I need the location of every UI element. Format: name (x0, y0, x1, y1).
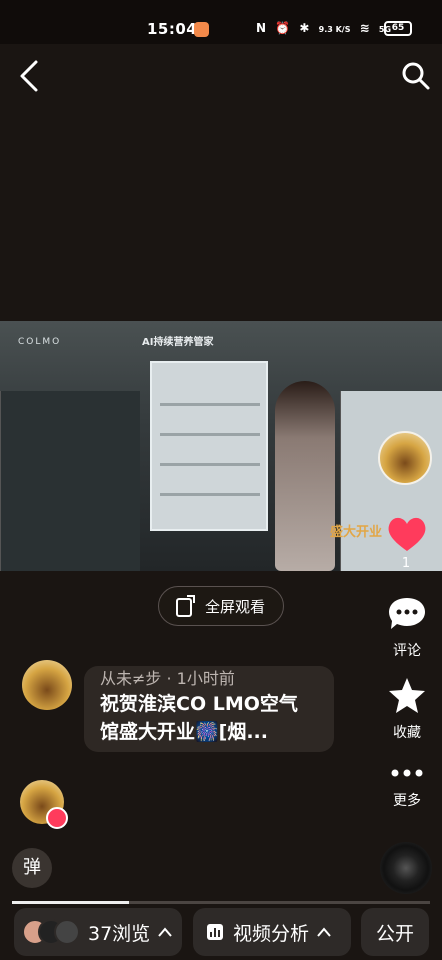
comment-text-line2: 馆盛大开业🎆[烟... (100, 721, 268, 743)
chevron-up-icon (158, 927, 172, 937)
commenter-avatar[interactable] (22, 660, 72, 710)
viewer-avatar (54, 919, 80, 945)
top-bar (0, 44, 442, 112)
status-icons: N ⏰ ✱ 9.3 K/S ≋ 5G (256, 21, 396, 35)
author-avatar[interactable] (378, 431, 432, 485)
music-disc[interactable] (380, 842, 432, 894)
comment-icon (389, 598, 425, 629)
back-icon[interactable] (14, 58, 46, 94)
comment-button[interactable]: 评论 (380, 596, 434, 660)
fullscreen-icon (176, 595, 195, 617)
net-speed: 9.3 K/S (318, 25, 351, 34)
star-icon (389, 678, 425, 713)
fullscreen-button[interactable]: 全屏观看 (158, 586, 284, 626)
video-fridge (150, 361, 268, 531)
comment-bubble[interactable]: 从未≠步 · 1小时前 祝贺淮滨CO LMO空气 馆盛大开业🎆[烟... (84, 666, 334, 752)
comment-text-line1: 祝贺淮滨CO LMO空气 (100, 693, 298, 715)
chevron-up-icon (317, 927, 331, 937)
fullscreen-label: 全屏观看 (205, 597, 266, 616)
favorite-button[interactable]: 收藏 (380, 676, 434, 742)
bluetooth-icon: ✱ (299, 21, 310, 35)
more-icon (391, 769, 423, 777)
heart-icon[interactable] (386, 515, 428, 553)
favorite-label: 收藏 (393, 725, 421, 741)
comment-meta: 从未≠步 · 1小时前 (100, 669, 235, 688)
more-button[interactable]: 更多 (380, 764, 434, 810)
video-analysis-button[interactable]: 视频分析 (193, 908, 351, 956)
alarm-icon: ⏰ (275, 21, 291, 35)
video-brand-text: COLMO (18, 337, 62, 347)
notification-app-icon (194, 22, 209, 37)
like-count: 1 (401, 556, 411, 571)
views-label: 37浏览 (88, 922, 151, 945)
status-time: 15:04 (147, 20, 198, 38)
chart-icon (207, 924, 223, 940)
video-overlay-text: 盛大开业 (330, 525, 383, 540)
video-sign-text: AI持续营养管家 (142, 337, 214, 348)
search-icon[interactable] (400, 60, 432, 92)
battery-indicator: 65 (384, 21, 412, 36)
danmu-button[interactable]: 弹 (12, 848, 52, 888)
video-scene-panel-left (0, 391, 140, 571)
status-bar: 15:04 N ⏰ ✱ 9.3 K/S ≋ 5G 65 (0, 0, 442, 44)
public-button[interactable]: 公开 (361, 908, 429, 956)
bottom-bar: 37浏览 视频分析 公开 (0, 904, 442, 960)
analysis-label: 视频分析 (233, 922, 310, 945)
user-like-badge (46, 807, 68, 829)
comment-label: 评论 (393, 643, 421, 659)
public-label: 公开 (375, 922, 414, 945)
views-button[interactable]: 37浏览 (14, 908, 182, 956)
wifi-icon: ≋ (359, 21, 370, 35)
video-player[interactable]: COLMO AI持续营养管家 盛大开业 (0, 321, 442, 571)
video-person (275, 381, 335, 571)
more-label: 更多 (393, 793, 421, 809)
nfc-icon: N (256, 21, 267, 35)
